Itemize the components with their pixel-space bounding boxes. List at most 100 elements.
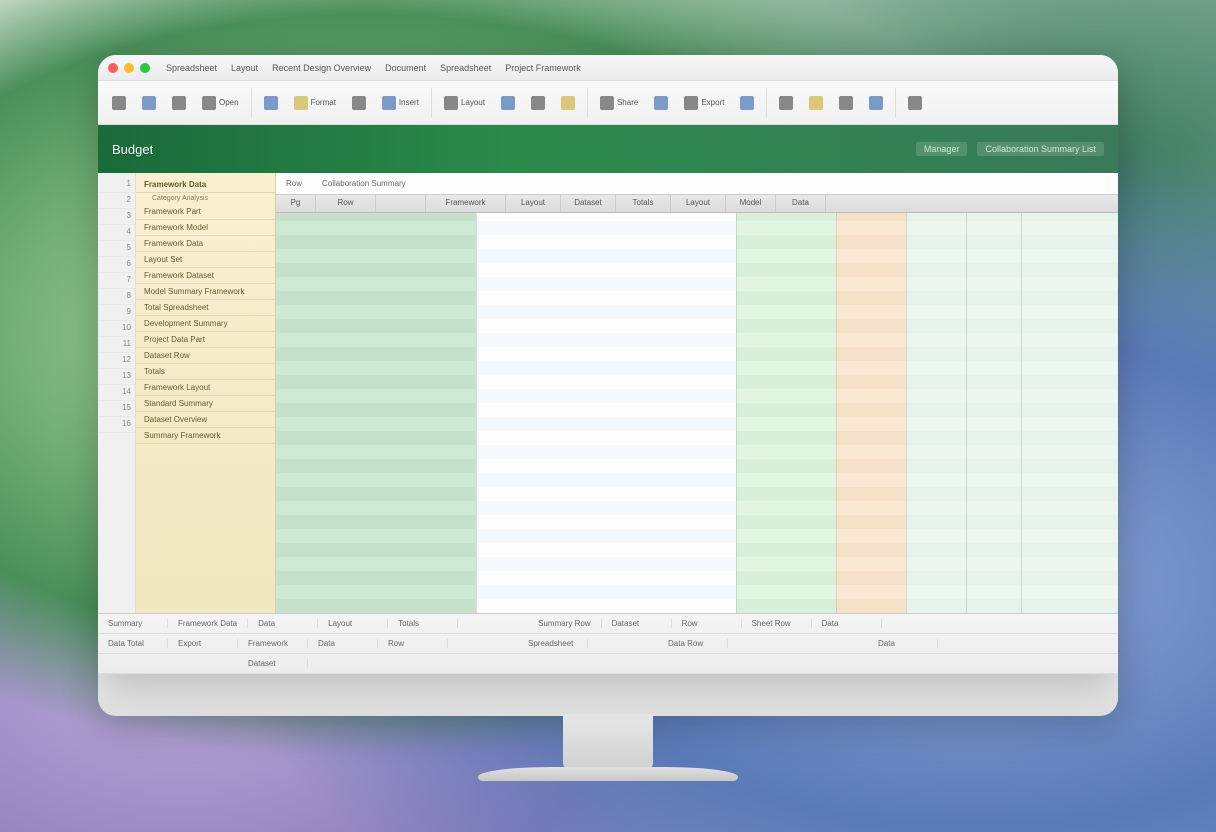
- ribbon-button[interactable]: Format: [290, 94, 340, 112]
- sidebar-item[interactable]: Totals: [136, 364, 275, 380]
- ribbon-button[interactable]: [260, 94, 282, 112]
- row-number[interactable]: 16: [98, 417, 135, 433]
- sidebar-item[interactable]: Model Summary Framework: [136, 284, 275, 300]
- header-chip[interactable]: Manager: [916, 142, 968, 156]
- menu-item[interactable]: Document: [385, 63, 426, 73]
- row-number[interactable]: 9: [98, 305, 135, 321]
- sidebar-item[interactable]: Dataset Overview: [136, 412, 275, 428]
- sidebar-item[interactable]: Framework Dataset: [136, 268, 275, 284]
- ribbon-button[interactable]: Share: [596, 94, 642, 112]
- side-panel: Framework Data Category Analysis Framewo…: [136, 173, 276, 613]
- column-header[interactable]: Model: [726, 195, 776, 212]
- sidebar-item[interactable]: Dataset Row: [136, 348, 275, 364]
- close-icon[interactable]: [108, 63, 118, 73]
- row-number[interactable]: 14: [98, 385, 135, 401]
- column-header[interactable]: Layout: [671, 195, 726, 212]
- tool-icon: [142, 96, 156, 110]
- row-number[interactable]: 2: [98, 193, 135, 209]
- row-number[interactable]: 3: [98, 209, 135, 225]
- sidebar-item[interactable]: Framework Model: [136, 220, 275, 236]
- column-header[interactable]: Totals: [616, 195, 671, 212]
- grid-region-c[interactable]: [736, 213, 836, 613]
- row-number[interactable]: 6: [98, 257, 135, 273]
- menu-item[interactable]: Layout: [231, 63, 258, 73]
- grid-info-label: Collaboration Summary: [322, 179, 406, 188]
- ribbon-button[interactable]: [835, 94, 857, 112]
- menu-item[interactable]: Spreadsheet: [166, 63, 217, 73]
- tool-icon: [444, 96, 458, 110]
- grid-region-e[interactable]: [906, 213, 1118, 613]
- ribbon-button[interactable]: [138, 94, 160, 112]
- sidebar-item[interactable]: Framework Data: [136, 236, 275, 252]
- sidebar-item[interactable]: Layout Set: [136, 252, 275, 268]
- ribbon-button[interactable]: [348, 94, 370, 112]
- column-header[interactable]: [376, 195, 426, 212]
- sidebar-item[interactable]: Project Data Part: [136, 332, 275, 348]
- tool-icon: [561, 96, 575, 110]
- column-header[interactable]: Row: [316, 195, 376, 212]
- grid-region-a[interactable]: [276, 213, 476, 613]
- window-controls: [108, 63, 150, 73]
- row-number[interactable]: 11: [98, 337, 135, 353]
- row-number[interactable]: 1: [98, 177, 135, 193]
- sidebar-item[interactable]: Framework Layout: [136, 380, 275, 396]
- tool-icon: [839, 96, 853, 110]
- row-number[interactable]: 4: [98, 225, 135, 241]
- row-number-gutter: 12345678910111213141516: [98, 173, 136, 613]
- ribbon-button[interactable]: [650, 94, 672, 112]
- workarea: 12345678910111213141516 Framework Data C…: [98, 173, 1118, 613]
- menu-item[interactable]: Recent Design Overview: [272, 63, 371, 73]
- row-number[interactable]: 8: [98, 289, 135, 305]
- maximize-icon[interactable]: [140, 63, 150, 73]
- ribbon-button[interactable]: Open: [198, 94, 243, 112]
- grid-region-b[interactable]: [476, 213, 736, 613]
- ribbon-button[interactable]: [805, 94, 827, 112]
- ribbon-button[interactable]: Export: [680, 94, 728, 112]
- column-header[interactable]: Pg: [276, 195, 316, 212]
- row-number[interactable]: 15: [98, 401, 135, 417]
- document-header: Budget Manager Collaboration Summary Lis…: [98, 125, 1118, 173]
- row-number[interactable]: 13: [98, 369, 135, 385]
- row-number[interactable]: 5: [98, 241, 135, 257]
- ribbon-button[interactable]: Layout: [440, 94, 489, 112]
- side-panel-header: Framework Data: [136, 177, 275, 193]
- menu-item[interactable]: Spreadsheet: [440, 63, 491, 73]
- column-header[interactable]: Framework: [426, 195, 506, 212]
- column-header[interactable]: Data: [776, 195, 826, 212]
- titlebar: Spreadsheet Layout Recent Design Overvie…: [98, 55, 1118, 81]
- spreadsheet-grid[interactable]: Row Collaboration Summary PgRowFramework…: [276, 173, 1118, 613]
- tool-icon: [501, 96, 515, 110]
- ribbon-button[interactable]: Insert: [378, 94, 423, 112]
- sidebar-item[interactable]: Development Summary: [136, 316, 275, 332]
- ribbon-button[interactable]: [108, 94, 130, 112]
- ribbon-button[interactable]: [527, 94, 549, 112]
- tool-icon: [202, 96, 216, 110]
- ribbon-button[interactable]: [557, 94, 579, 112]
- ribbon-button[interactable]: [865, 94, 887, 112]
- summary-cell: Dataset: [602, 619, 672, 628]
- column-header[interactable]: Dataset: [561, 195, 616, 212]
- summary-cell: Summary: [98, 619, 168, 628]
- header-chip[interactable]: Collaboration Summary List: [977, 142, 1104, 156]
- sidebar-item[interactable]: Summary Framework: [136, 428, 275, 444]
- column-header[interactable]: Layout: [506, 195, 561, 212]
- row-number[interactable]: 10: [98, 321, 135, 337]
- tool-icon: [531, 96, 545, 110]
- minimize-icon[interactable]: [124, 63, 134, 73]
- sidebar-item[interactable]: Standard Summary: [136, 396, 275, 412]
- ribbon-button[interactable]: [497, 94, 519, 112]
- grid-region-d[interactable]: [836, 213, 906, 613]
- menu-bar: Spreadsheet Layout Recent Design Overvie…: [166, 63, 1108, 73]
- sidebar-item[interactable]: Framework Part: [136, 204, 275, 220]
- sidebar-item[interactable]: Total Spreadsheet: [136, 300, 275, 316]
- ribbon-button[interactable]: [775, 94, 797, 112]
- grid-body[interactable]: [276, 213, 1118, 613]
- summary-cell: Summary Row: [528, 619, 601, 628]
- row-number[interactable]: 7: [98, 273, 135, 289]
- tool-icon: [908, 96, 922, 110]
- ribbon-button[interactable]: [904, 94, 926, 112]
- ribbon-button[interactable]: [168, 94, 190, 112]
- row-number[interactable]: 12: [98, 353, 135, 369]
- menu-item[interactable]: Project Framework: [505, 63, 581, 73]
- ribbon-button[interactable]: [736, 94, 758, 112]
